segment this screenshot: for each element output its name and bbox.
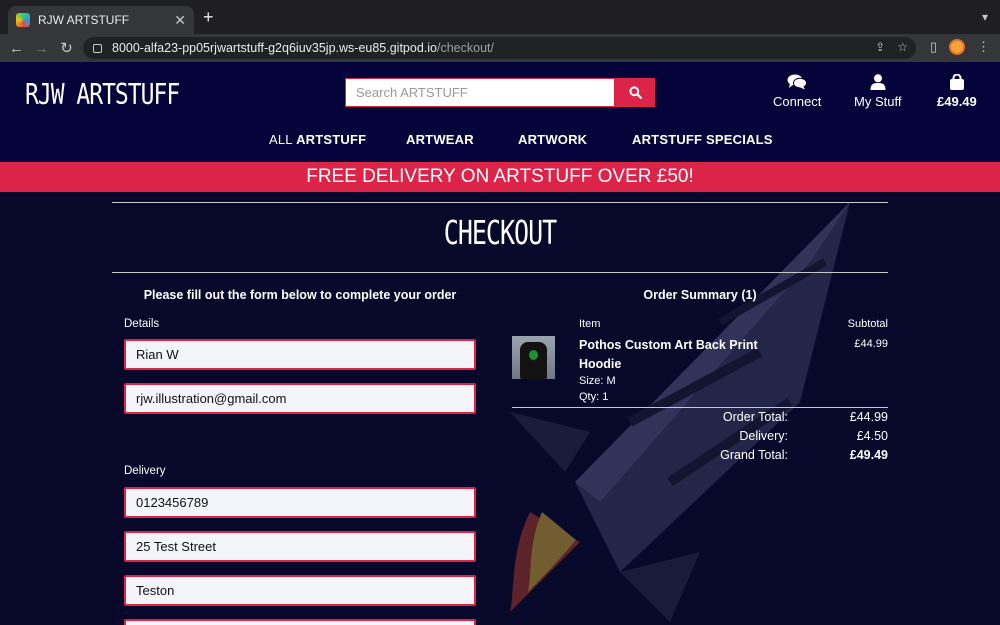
shopping-bag-icon	[949, 74, 964, 90]
browser-tab[interactable]: RJW ARTSTUFF ✕	[8, 6, 194, 34]
full-name-field[interactable]	[124, 339, 476, 370]
bookmark-star-icon[interactable]: ☆	[897, 40, 908, 54]
share-icon[interactable]: ⇪	[875, 40, 885, 54]
search-button[interactable]	[615, 78, 655, 107]
browser-toolbar: ← → ↻ 8000-alfa23-pp05rjwartstuff-g2q6iu…	[0, 34, 1000, 62]
bag-total: £49.49	[937, 94, 977, 109]
grand-total-value: £49.49	[849, 448, 888, 462]
street-address-field[interactable]	[124, 531, 476, 562]
nav-all-prefix: ALL	[269, 132, 293, 147]
side-panel-icon[interactable]: ▯	[930, 39, 937, 55]
order-total-value: £44.99	[849, 410, 888, 424]
nav-artwear[interactable]: ARTWEAR	[406, 132, 474, 147]
forward-arrow-icon[interactable]: →	[29, 40, 54, 57]
tab-title: RJW ARTSTUFF	[38, 13, 130, 27]
product-subtotal: £44.99	[854, 338, 888, 350]
site-logo[interactable]: RJW ARTSTUFF	[25, 79, 180, 112]
details-label: Details	[124, 318, 160, 330]
phone-field[interactable]	[124, 487, 476, 518]
search-input[interactable]	[345, 78, 615, 107]
grand-total-label: Grand Total:	[720, 448, 788, 462]
order-summary-heading: Order Summary (1)	[643, 288, 757, 302]
email-field[interactable]	[124, 383, 476, 414]
page-title: CHECKOUT	[443, 214, 557, 252]
product-qty: Qty: 1	[579, 391, 609, 403]
back-arrow-icon[interactable]: ←	[4, 40, 29, 57]
nav-all-word: ARTSTUFF	[296, 132, 367, 147]
profile-avatar[interactable]	[949, 39, 965, 55]
delivery-label: Delivery	[124, 465, 166, 477]
address-bar[interactable]: 8000-alfa23-pp05rjwartstuff-g2q6iuv35jp.…	[83, 37, 916, 59]
nav-all-artstuff[interactable]: ALL ARTSTUFF	[269, 132, 366, 147]
browser-tab-bar: RJW ARTSTUFF ✕ + ▾	[0, 0, 1000, 34]
subtotal-column-label: Subtotal	[847, 318, 888, 330]
my-stuff-link[interactable]: My Stuff	[854, 74, 901, 109]
next-address-field[interactable]	[124, 619, 476, 625]
product-size: Size: M	[579, 375, 616, 387]
user-icon	[870, 74, 886, 90]
order-total-label: Order Total:	[722, 410, 788, 424]
url-path: /checkout/	[436, 41, 494, 55]
url-host: 8000-alfa23-pp05rjwartstuff-g2q6iuv35jp.…	[112, 41, 437, 55]
product-name: Pothos Custom Art Back Print Hoodie	[579, 338, 758, 371]
new-tab-button[interactable]: +	[203, 8, 214, 26]
browser-menu-icon[interactable]: ⋮	[977, 39, 990, 55]
title-bottom-divider	[112, 272, 888, 273]
item-column-label: Item	[579, 318, 601, 330]
my-stuff-label: My Stuff	[854, 94, 902, 109]
summary-divider	[512, 407, 888, 408]
nav-artstuff-specials[interactable]: ARTSTUFF SPECIALS	[632, 132, 773, 147]
connect-label: Connect	[773, 94, 822, 109]
connect-link[interactable]: Connect	[773, 74, 821, 109]
nav-artwork[interactable]: ARTWORK	[518, 132, 587, 147]
town-field[interactable]	[124, 575, 476, 606]
tab-close-icon[interactable]: ✕	[174, 12, 186, 29]
delivery-cost-value: £4.50	[856, 429, 888, 443]
search-icon	[628, 86, 642, 99]
comments-icon	[787, 74, 808, 90]
product-thumbnail[interactable]	[512, 336, 555, 379]
form-heading: Please fill out the form below to comple…	[143, 288, 457, 302]
site-favicon-icon	[16, 13, 30, 27]
tab-search-chevron-icon[interactable]: ▾	[982, 10, 988, 24]
lock-icon	[93, 43, 102, 53]
title-top-divider	[112, 202, 888, 203]
delivery-cost-label: Delivery:	[739, 429, 788, 443]
shopping-bag-link[interactable]: £49.49	[937, 74, 977, 109]
site-page: RJW ARTSTUFF Connect My Stuff £49.49 ALL…	[0, 62, 1000, 625]
reload-icon[interactable]: ↻	[54, 39, 79, 57]
site-header: RJW ARTSTUFF Connect My Stuff £49.49 ALL…	[0, 62, 1000, 162]
